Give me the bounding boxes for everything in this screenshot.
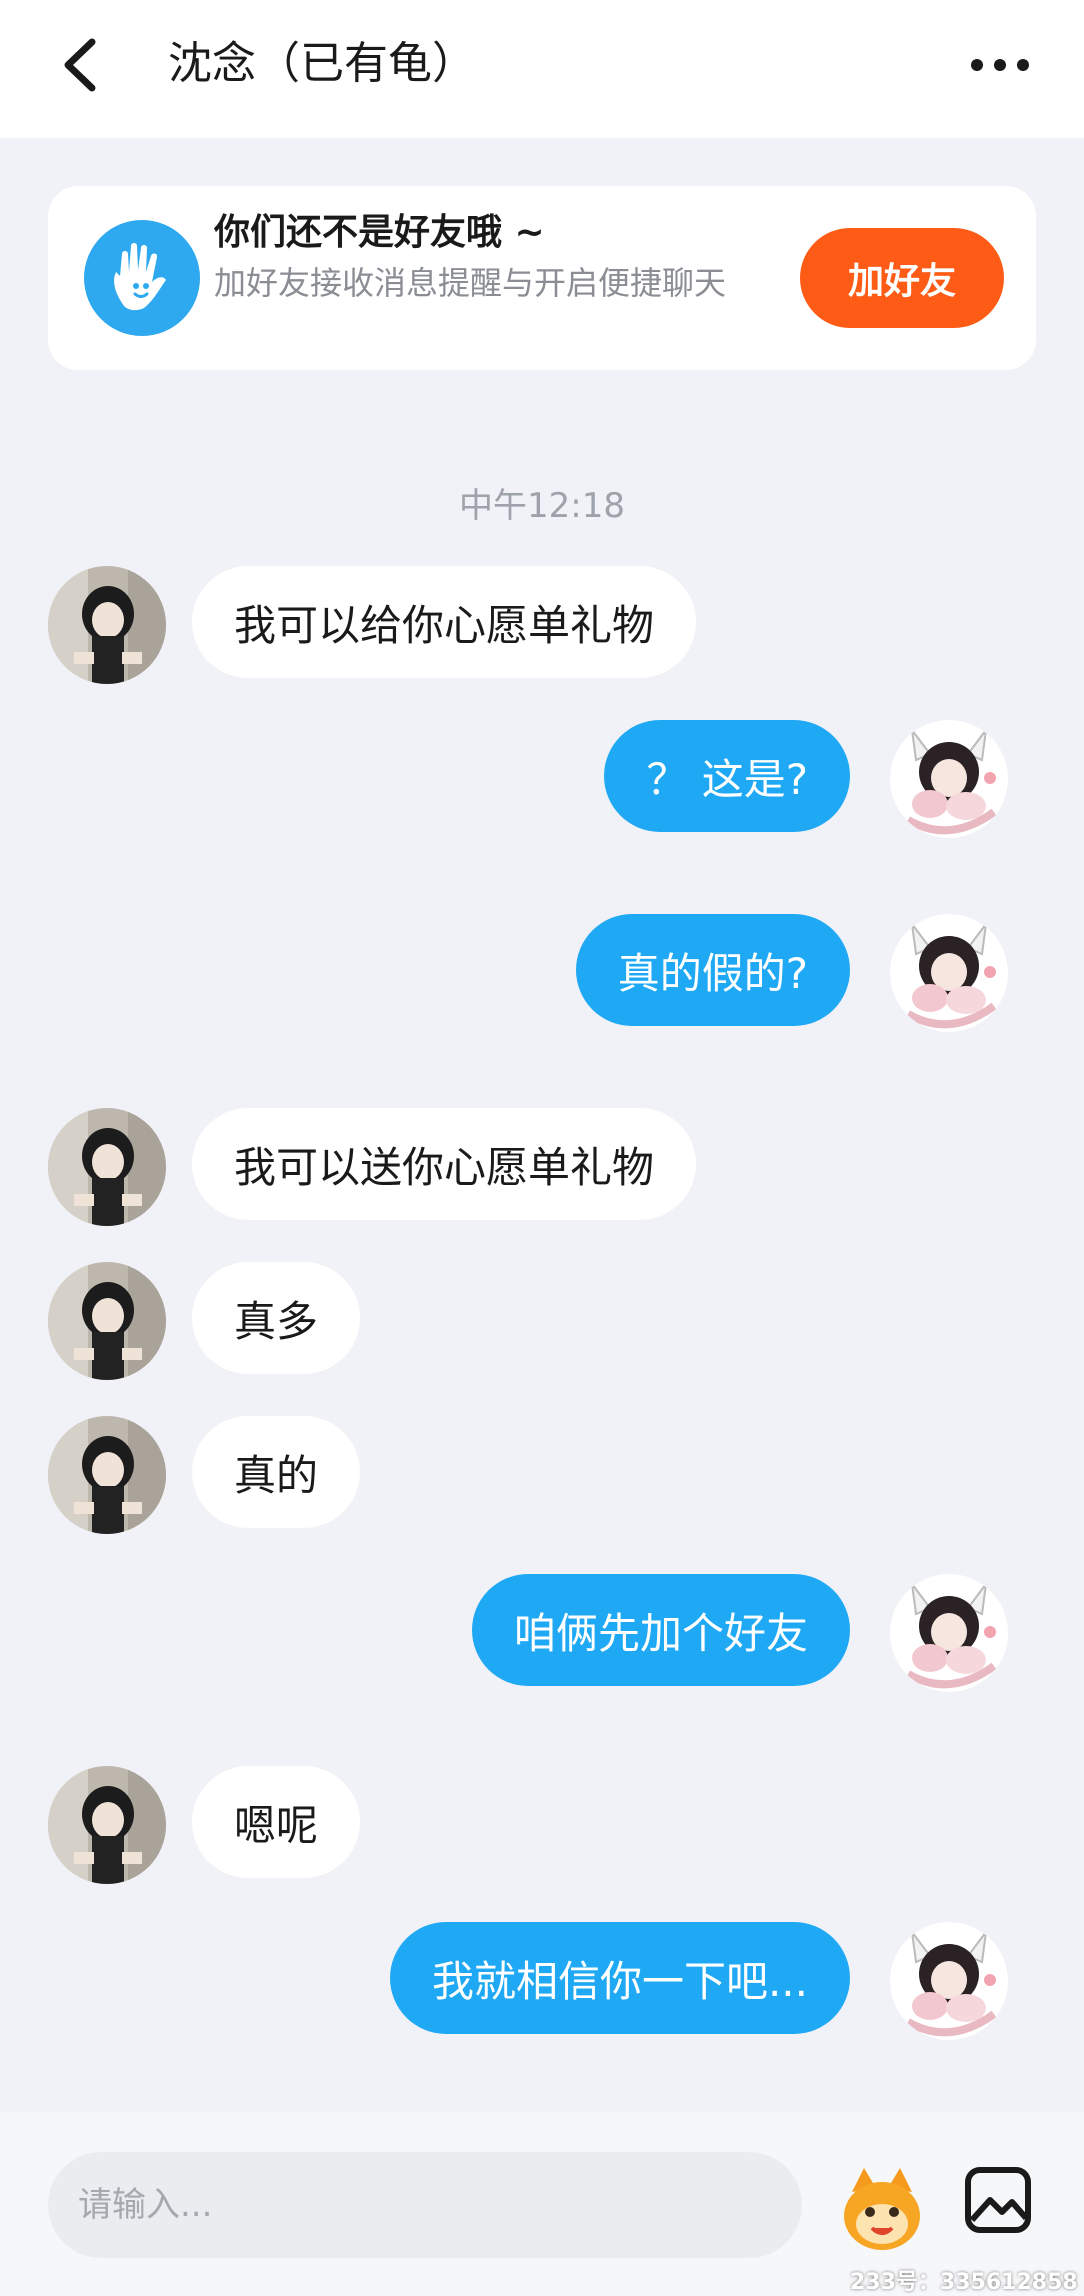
- chat-title: 沈念（已有龟）: [168, 38, 476, 89]
- incoming-message: 真多: [192, 1262, 361, 1374]
- add-friend-button[interactable]: 加好友: [800, 228, 1004, 328]
- contact-avatar[interactable]: [48, 1416, 166, 1534]
- outgoing-message: 咱俩先加个好友: [471, 1574, 850, 1686]
- chevron-left-icon: [64, 38, 96, 92]
- input-bar: 233号：335612858: [0, 2112, 1084, 2296]
- message-input[interactable]: [48, 2152, 802, 2258]
- self-avatar[interactable]: [890, 1574, 1008, 1692]
- hand-icon: [84, 220, 200, 336]
- more-button[interactable]: [965, 40, 1035, 90]
- contact-avatar[interactable]: [48, 1262, 166, 1380]
- mascot-emoji-icon: [844, 2168, 920, 2250]
- outgoing-message: 我就相信你一下吧...: [389, 1922, 850, 2034]
- image-icon: [965, 2167, 1031, 2233]
- incoming-message: 真的: [192, 1416, 361, 1528]
- emoji-button[interactable]: [834, 2162, 930, 2258]
- self-avatar[interactable]: [890, 1922, 1008, 2040]
- top-bar: 沈念（已有龟）: [0, 0, 1084, 138]
- incoming-message: 我可以给你心愿单礼物: [192, 566, 697, 678]
- message-timestamp: 中午12:18: [459, 486, 625, 526]
- image-button[interactable]: [958, 2162, 1038, 2242]
- friend-card-title: 你们还不是好友哦 ~: [214, 212, 545, 253]
- contact-avatar[interactable]: [48, 1108, 166, 1226]
- back-button[interactable]: [52, 30, 112, 100]
- contact-avatar[interactable]: [48, 566, 166, 684]
- incoming-message: 嗯呢: [192, 1766, 361, 1878]
- outgoing-message: ？ 这是?: [604, 720, 850, 832]
- friend-request-card: 你们还不是好友哦 ~ 加好友接收消息提醒与开启便捷聊天 加好友: [48, 186, 1036, 370]
- incoming-message: 我可以送你心愿单礼物: [192, 1108, 697, 1220]
- contact-avatar[interactable]: [48, 1766, 166, 1884]
- self-avatar[interactable]: [890, 914, 1008, 1032]
- more-horizontal-icon: [971, 59, 1029, 71]
- self-avatar[interactable]: [890, 720, 1008, 838]
- watermark: 233号：335612858: [850, 2270, 1078, 2295]
- friend-card-subtitle: 加好友接收消息提醒与开启便捷聊天: [214, 264, 727, 302]
- outgoing-message: 真的假的?: [575, 914, 850, 1026]
